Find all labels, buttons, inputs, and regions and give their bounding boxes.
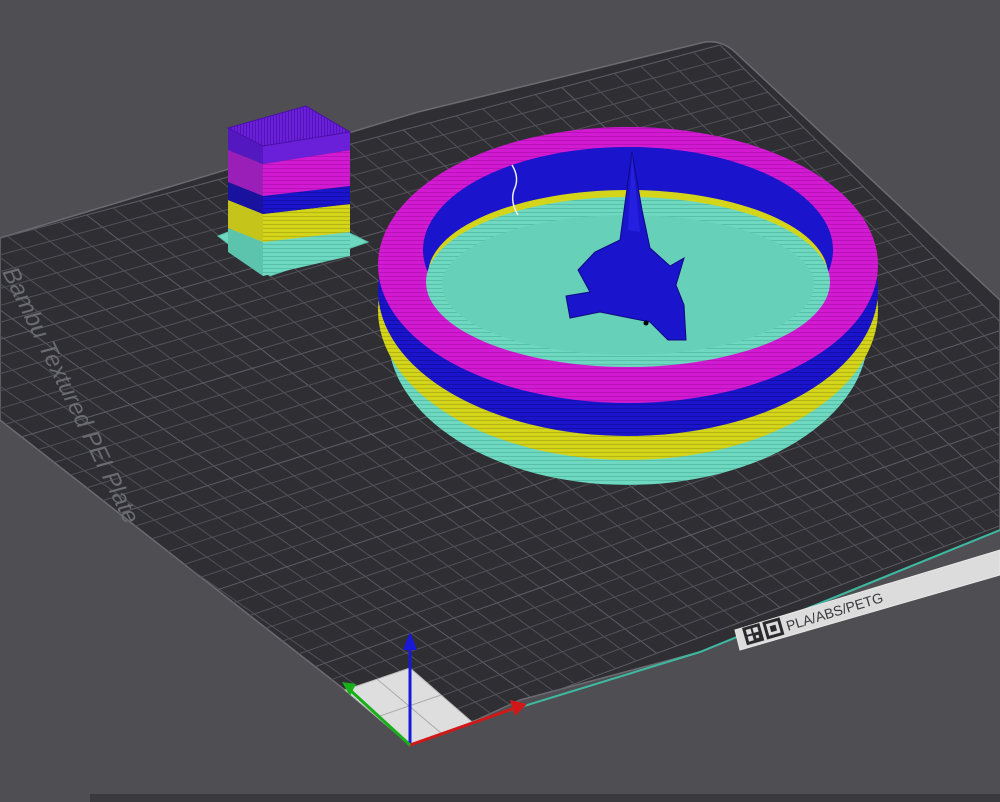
- purge-tower[interactable]: [216, 105, 370, 277]
- 3d-viewport[interactable]: Bambu Textured PEI Plate PLA/ABS/PETG: [0, 0, 1000, 802]
- bottom-toolbar-strip: [90, 794, 1000, 802]
